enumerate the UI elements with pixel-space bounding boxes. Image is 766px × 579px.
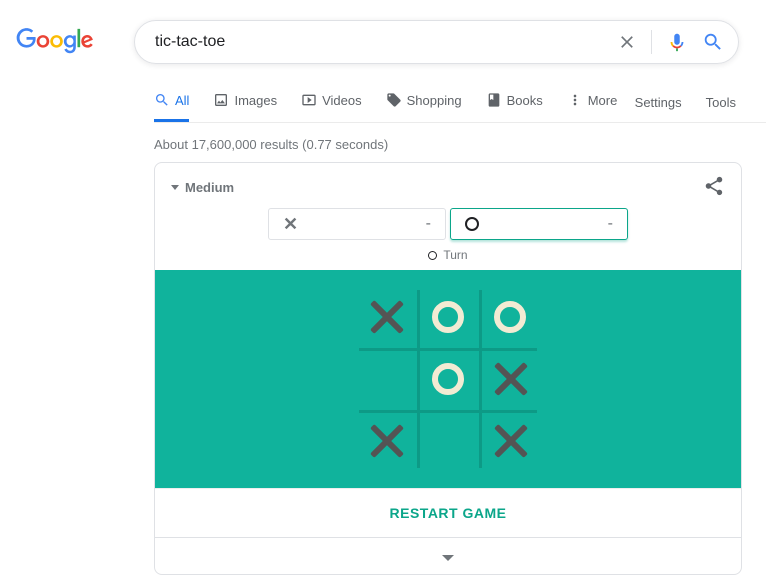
image-icon	[213, 92, 229, 108]
tab-shopping[interactable]: Shopping	[386, 82, 462, 122]
difficulty-select[interactable]: Medium	[171, 180, 234, 195]
result-stats: About 17,600,000 results (0.77 seconds)	[154, 123, 766, 162]
divider	[651, 30, 652, 54]
cell-2-2[interactable]	[479, 410, 541, 472]
tabs: All Images Videos Shopping Books More	[154, 82, 617, 122]
search-bar	[134, 20, 739, 64]
tab-books[interactable]: Books	[486, 82, 543, 122]
search-icon[interactable]	[702, 31, 724, 53]
tab-label: All	[175, 93, 189, 108]
board-wrap	[155, 270, 741, 488]
tab-label: Images	[234, 93, 277, 108]
x-symbol: ✕	[283, 214, 298, 235]
search-actions	[617, 30, 724, 54]
board	[355, 286, 541, 472]
score-value: -	[608, 215, 613, 233]
turn-indicator: Turn	[155, 244, 741, 270]
header	[0, 0, 766, 64]
search-small-icon	[154, 92, 170, 108]
tab-more[interactable]: More	[567, 82, 618, 122]
o-mark	[432, 363, 464, 395]
share-icon[interactable]	[703, 175, 725, 200]
book-icon	[486, 92, 502, 108]
cell-1-1[interactable]	[417, 348, 479, 410]
google-logo[interactable]	[16, 28, 94, 57]
o-symbol	[465, 217, 479, 231]
tab-label: More	[588, 93, 618, 108]
cell-0-1[interactable]	[417, 286, 479, 348]
o-turn-icon	[428, 251, 437, 260]
x-mark	[368, 299, 404, 335]
tab-label: Videos	[322, 93, 362, 108]
video-icon	[301, 92, 317, 108]
search-box[interactable]	[134, 20, 739, 64]
score-x[interactable]: ✕ -	[268, 208, 446, 240]
game-card: Medium ✕ - - Turn	[154, 162, 742, 575]
tab-label: Shopping	[407, 93, 462, 108]
x-mark	[368, 423, 404, 459]
difficulty-label: Medium	[185, 180, 234, 195]
tab-label: Books	[507, 93, 543, 108]
o-mark	[432, 301, 464, 333]
chevron-down-icon	[442, 555, 454, 561]
tag-icon	[386, 92, 402, 108]
cell-1-2[interactable]	[479, 348, 541, 410]
x-mark	[492, 423, 528, 459]
tools-link[interactable]: Tools	[706, 95, 736, 110]
score-row: ✕ - -	[155, 208, 741, 244]
x-mark	[492, 361, 528, 397]
mic-icon[interactable]	[666, 31, 688, 53]
cell-2-0[interactable]	[355, 410, 417, 472]
expand-button[interactable]	[155, 537, 741, 574]
card-header: Medium	[155, 163, 741, 208]
chevron-down-icon	[171, 185, 179, 190]
turn-label: Turn	[443, 248, 467, 262]
grid-line	[359, 410, 537, 413]
right-tools: Settings Tools	[635, 95, 736, 110]
search-input[interactable]	[155, 33, 617, 51]
score-value: -	[426, 215, 431, 233]
cell-2-1[interactable]	[417, 410, 479, 472]
more-icon	[567, 92, 583, 108]
tab-all[interactable]: All	[154, 82, 189, 122]
grid-line	[359, 348, 537, 351]
clear-icon[interactable]	[617, 32, 637, 52]
cell-1-0[interactable]	[355, 348, 417, 410]
tab-videos[interactable]: Videos	[301, 82, 362, 122]
score-o[interactable]: -	[450, 208, 628, 240]
grid-line	[417, 290, 420, 468]
tabs-row: All Images Videos Shopping Books More Se…	[154, 82, 766, 123]
o-mark	[494, 301, 526, 333]
settings-link[interactable]: Settings	[635, 95, 682, 110]
grid-line	[479, 290, 482, 468]
tab-images[interactable]: Images	[213, 82, 277, 122]
restart-button[interactable]: RESTART GAME	[155, 488, 741, 537]
cell-0-2[interactable]	[479, 286, 541, 348]
cell-0-0[interactable]	[355, 286, 417, 348]
